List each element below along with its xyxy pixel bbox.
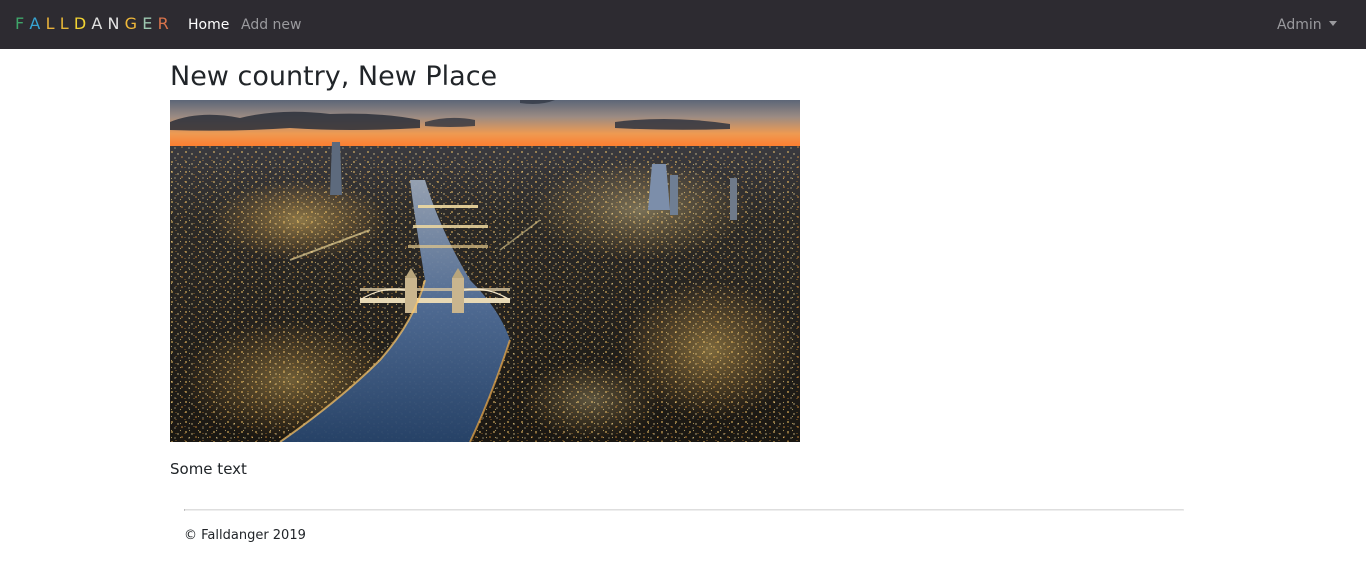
- nav-home-link[interactable]: Home: [188, 16, 229, 34]
- brand-letter: G: [124, 14, 143, 33]
- brand-letter: L: [45, 14, 60, 33]
- admin-dropdown-toggle[interactable]: Admin: [1277, 16, 1337, 34]
- brand-letter: A: [29, 14, 46, 33]
- place-photo: [170, 100, 800, 442]
- brand-logo[interactable]: FALLDANGER: [15, 14, 174, 34]
- brand-letter: F: [15, 14, 30, 33]
- city-night-image: [170, 100, 800, 442]
- admin-label: Admin: [1277, 17, 1322, 33]
- page-title: New country, New Place: [170, 61, 498, 92]
- brand-letter: N: [107, 14, 125, 33]
- brand-letter: A: [91, 14, 108, 33]
- top-navbar: FALLDANGER Home Add new Admin: [0, 0, 1366, 49]
- brand-letter: R: [157, 14, 174, 33]
- place-description: Some text: [170, 460, 247, 478]
- brand-letter: L: [59, 14, 74, 33]
- footer-divider: [184, 509, 1184, 511]
- chevron-down-icon: [1328, 21, 1337, 26]
- brand-letter: D: [73, 14, 92, 33]
- nav-add-new-link[interactable]: Add new: [241, 16, 302, 34]
- brand-letter: E: [142, 14, 158, 33]
- footer-copyright: © Falldanger 2019: [184, 528, 306, 543]
